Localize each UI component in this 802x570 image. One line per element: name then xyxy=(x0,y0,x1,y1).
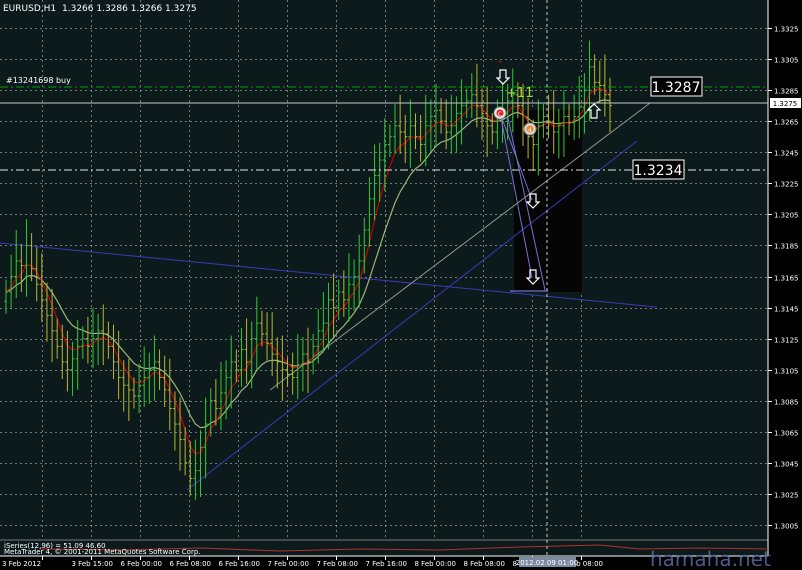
copyright-label: MetaTrader 4, © 2001-2011 MetaQuotes Sof… xyxy=(4,548,201,556)
price-tick-label: 1.3165 xyxy=(774,275,799,283)
time-tick-label: 7 Feb 08:00 xyxy=(317,560,358,568)
price-tick-label: 1.3245 xyxy=(774,150,799,158)
time-tick-label: 7 Feb 16:00 xyxy=(366,560,407,568)
price-tick-label: 1.3145 xyxy=(774,306,799,314)
time-tick-label: 6 Feb 08:00 xyxy=(170,560,211,568)
price-tick-label: 1.3045 xyxy=(774,461,799,469)
time-tick-label: 8 Feb 00:00 xyxy=(415,560,456,568)
price-tick-label: 1.3185 xyxy=(774,243,799,251)
profit-label: +11 xyxy=(506,86,533,101)
price-tick-label: 1.3205 xyxy=(774,212,799,220)
time-tick-label: 6 Feb 16:00 xyxy=(219,560,260,568)
order-price-tag[interactable]: 1.3287 xyxy=(650,76,703,97)
time-tick-label: 6 Feb 00:00 xyxy=(121,560,162,568)
price-tick-label: 1.3265 xyxy=(774,119,799,127)
svg-text:C: C xyxy=(498,111,502,118)
price-tick-label: 1.3005 xyxy=(774,523,799,531)
price-tick-label: 1.3025 xyxy=(774,492,799,500)
price-tick-label: 1.3225 xyxy=(774,181,799,189)
price-tick-label: 1.3105 xyxy=(774,368,799,376)
time-tick-label: 3 Feb 2012 xyxy=(2,560,41,568)
support-price-tag[interactable]: 1.3234 xyxy=(632,159,685,180)
price-chart[interactable]: 1.3325 1.3305 1.3285 1.3265 1.3245 1.3225 1.32… xyxy=(0,0,802,570)
price-tick-label: 1.3285 xyxy=(774,88,799,96)
svg-text:2012.02.09 01:00: 2012.02.09 01:00 xyxy=(516,559,578,567)
watermark: hamaha.net xyxy=(650,547,771,570)
price-tick-label: 1.3325 xyxy=(774,26,799,34)
price-tick-label: 1.3125 xyxy=(774,337,799,345)
price-tick-label: 1.3085 xyxy=(774,399,799,407)
trade-zone-box xyxy=(514,110,582,292)
symbol-header: EURUSD,H1 xyxy=(3,4,56,14)
order-comment-label: #13241698 buy xyxy=(6,76,71,85)
svg-text:1.3275: 1.3275 xyxy=(773,100,798,108)
cursor-time-tag: 2012.02.09 01:00 xyxy=(516,557,578,567)
current-price-tag: 1.3275 xyxy=(770,98,801,108)
svg-text:4: 4 xyxy=(528,127,532,134)
svg-text:1.3234: 1.3234 xyxy=(634,163,683,179)
red-dash-marker: – xyxy=(498,57,503,67)
open-marker-icon[interactable]: 4 xyxy=(523,122,537,136)
svg-text:1.3287: 1.3287 xyxy=(652,80,701,96)
time-tick-label: 8 Feb 08:00 xyxy=(464,560,505,568)
price-tick-label: 1.3305 xyxy=(774,57,799,65)
time-tick-label: 7 Feb 00:00 xyxy=(268,560,309,568)
ohlc-header: 1.3266 1.3286 1.3266 1.3275 xyxy=(62,4,197,14)
close-marker-icon[interactable]: C xyxy=(493,106,507,120)
time-tick-label: 3 Feb 15:00 xyxy=(72,560,113,568)
price-tick-label: 1.3065 xyxy=(774,430,799,438)
